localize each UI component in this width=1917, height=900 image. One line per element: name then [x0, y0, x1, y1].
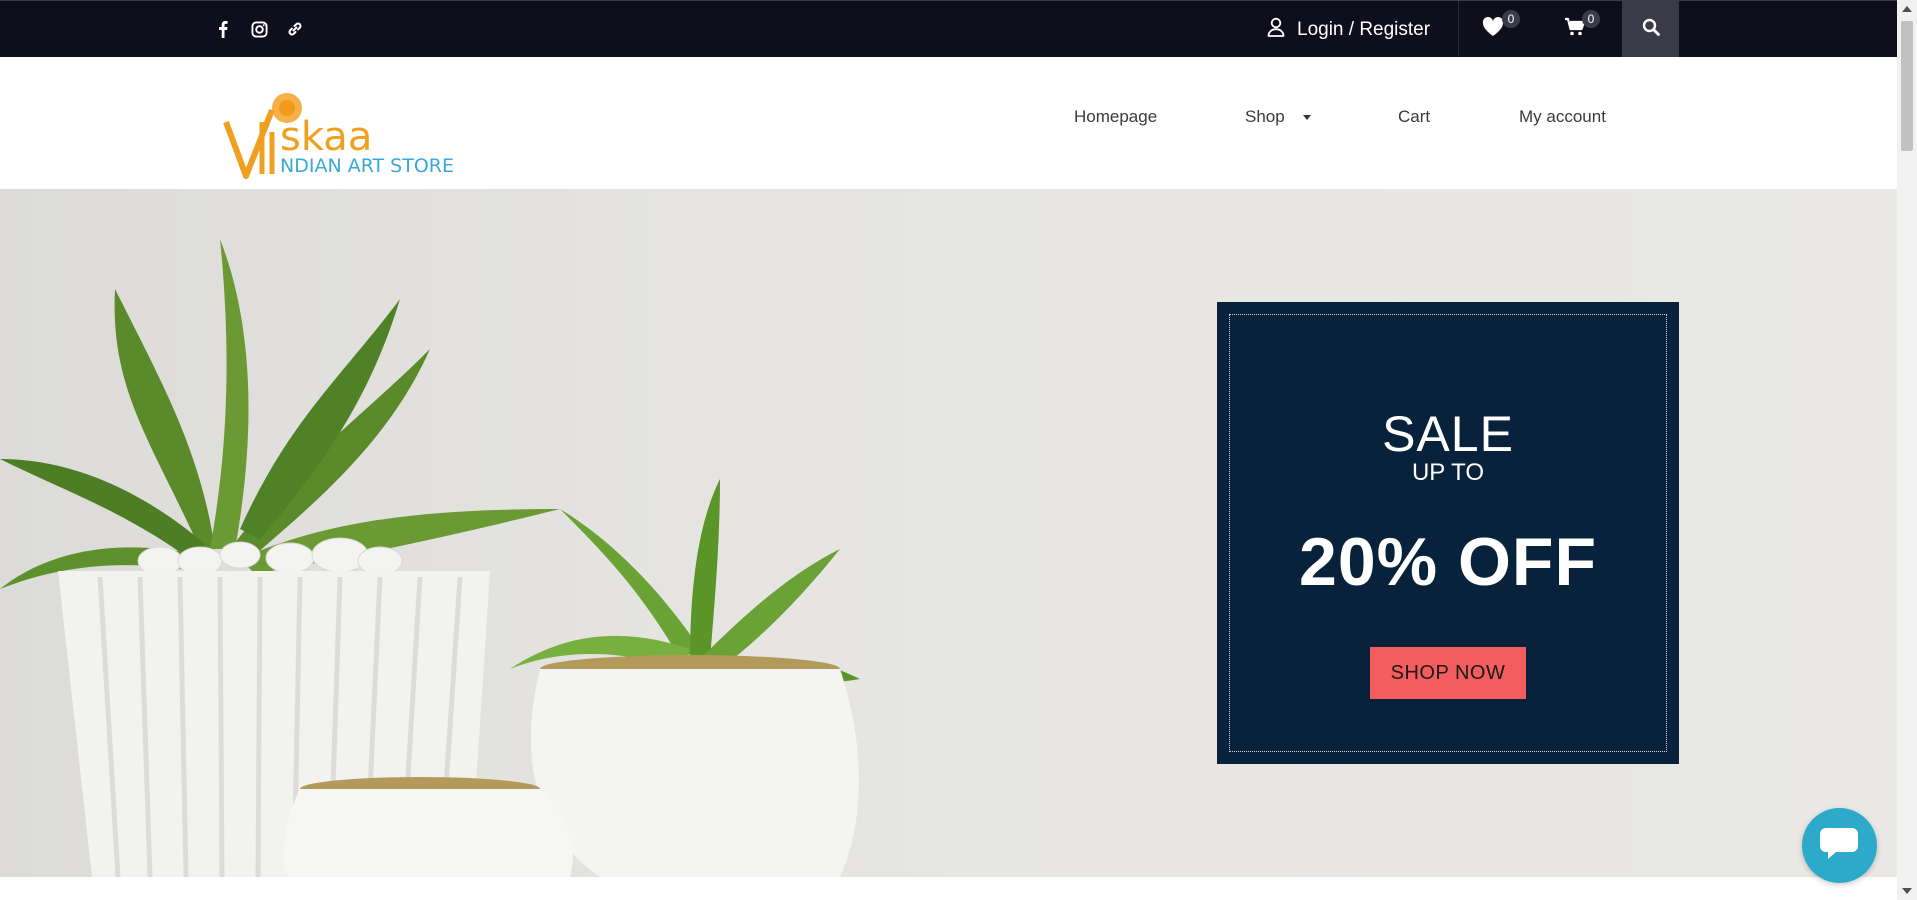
- nav-my-account[interactable]: My account: [1519, 107, 1606, 127]
- nav-homepage[interactable]: Homepage: [1074, 107, 1157, 127]
- up-to-label: UP TO: [1411, 459, 1485, 486]
- shop-now-button[interactable]: SHOP NOW: [1370, 647, 1526, 699]
- heart-icon: [1482, 17, 1504, 42]
- plants-image: [0, 239, 860, 877]
- promo-dotted-border: SALE UP TO 20% OFF SHOP NOW: [1229, 314, 1667, 752]
- cart-button[interactable]: 0: [1542, 1, 1608, 58]
- scroll-down-icon[interactable]: [1902, 888, 1912, 894]
- top-bar: Login / Register 0 0: [0, 0, 1897, 58]
- user-icon: [1267, 17, 1285, 43]
- sale-heading: SALE: [1382, 406, 1514, 462]
- logo-subtitle: NDIAN ART STORE: [280, 155, 454, 177]
- search-icon: [1642, 18, 1660, 41]
- nav-cart[interactable]: Cart: [1398, 107, 1430, 127]
- sale-promo-box: SALE UP TO 20% OFF SHOP NOW: [1217, 302, 1679, 764]
- hero-banner: SALE UP TO 20% OFF SHOP NOW: [0, 189, 1897, 877]
- scroll-up-icon[interactable]: [1902, 6, 1912, 12]
- site-logo[interactable]: skaa NDIAN ART STORE: [222, 92, 486, 180]
- nav-shop-label: Shop: [1245, 107, 1285, 126]
- scrollbar-thumb[interactable]: [1901, 21, 1913, 151]
- login-register-label: Login / Register: [1297, 18, 1431, 40]
- page-scrollbar[interactable]: [1897, 0, 1917, 900]
- nav-shop[interactable]: Shop: [1245, 107, 1312, 127]
- cart-count-badge: 0: [1582, 10, 1600, 28]
- caret-down-icon: [1303, 115, 1312, 121]
- search-button[interactable]: [1622, 1, 1679, 58]
- chat-bubble-icon: [1818, 824, 1862, 867]
- link-icon[interactable]: [284, 18, 306, 40]
- divider: [1458, 1, 1459, 58]
- instagram-icon[interactable]: [248, 18, 270, 40]
- social-links: [212, 18, 306, 40]
- logo-wordmark: skaa: [280, 114, 372, 160]
- facebook-icon[interactable]: [212, 18, 234, 40]
- content-start: [0, 877, 1897, 900]
- discount-label: 20% OFF: [1299, 524, 1597, 600]
- page: Login / Register 0 0 skaa NDIAN ART STOR…: [0, 0, 1897, 900]
- wishlist-button[interactable]: 0: [1460, 1, 1526, 58]
- login-register-link[interactable]: Login / Register: [1267, 1, 1430, 58]
- wishlist-count-badge: 0: [1502, 10, 1520, 28]
- chat-widget-button[interactable]: [1802, 808, 1877, 883]
- site-header: skaa NDIAN ART STORE Homepage Shop Cart …: [0, 57, 1897, 189]
